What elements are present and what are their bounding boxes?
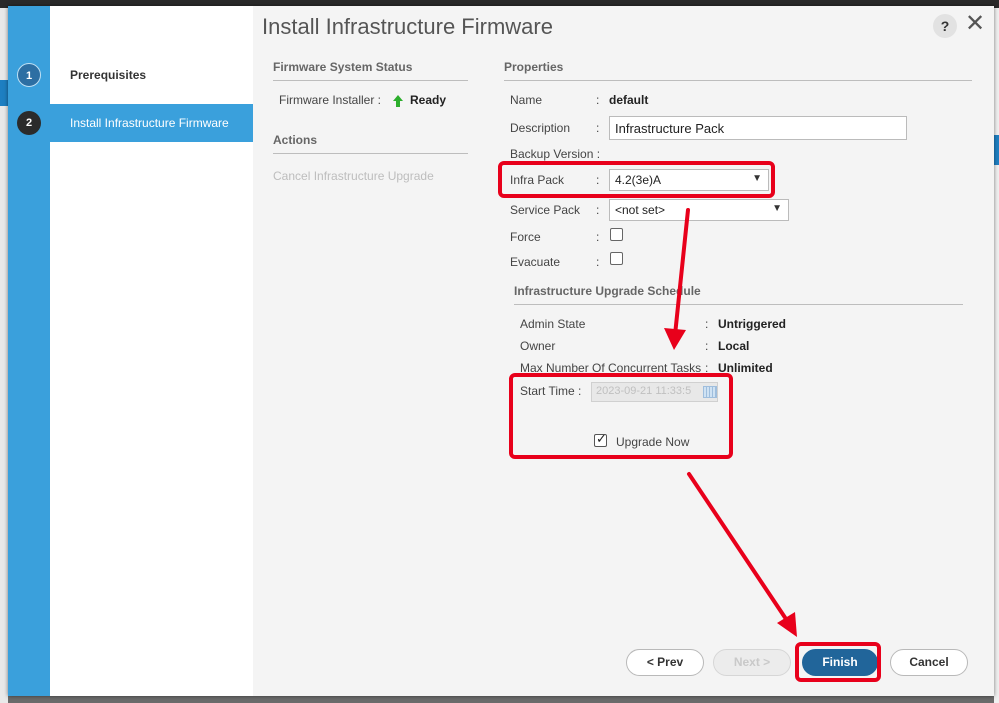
arrow-line-to-start-time — [673, 208, 690, 337]
arrow-line-to-finish — [687, 472, 790, 624]
annotation-arrows — [664, 208, 797, 637]
arrow-head-to-start-time — [664, 328, 686, 350]
arrow-head-to-finish — [777, 612, 797, 637]
